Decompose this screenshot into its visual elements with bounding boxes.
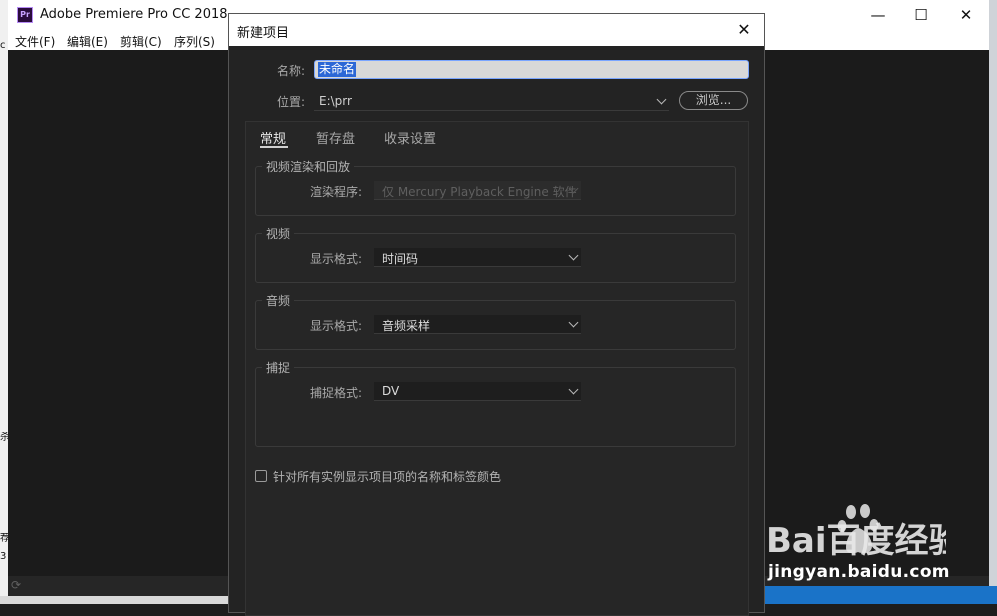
video-group: 视频 显示格式: 时间码 <box>255 225 736 283</box>
app-close-button[interactable]: ✕ <box>943 0 989 30</box>
desktop-left-edge: c 杀 荐 3 <box>0 0 8 604</box>
chevron-down-icon <box>656 94 667 105</box>
watermark-url: jingyan.baidu.com <box>768 562 950 582</box>
renderer-select: 仅 Mercury Playback Engine 软件 <box>374 181 581 200</box>
app-title: Adobe Premiere Pro CC 2018 <box>40 7 228 22</box>
audio-display-format-label: 显示格式: <box>310 319 363 333</box>
desktop-right-edge <box>989 0 997 604</box>
render-group: 视频渲染和回放 渲染程序: 仅 Mercury Playback Engine … <box>255 158 736 216</box>
sync-icon: ⟳ <box>11 578 22 592</box>
desktop-edge-text: 杀 <box>0 432 8 443</box>
capture-group: 捕捉 捕捉格式: DV <box>255 359 736 447</box>
video-display-format-value: 时间码 <box>382 252 419 266</box>
project-name-input[interactable]: 未命名 <box>314 60 749 79</box>
capture-group-title: 捕捉 <box>262 359 295 376</box>
taskbar <box>765 586 997 604</box>
menu-clip[interactable]: 剪辑(C) <box>120 33 162 50</box>
minimize-button[interactable]: — <box>855 0 901 30</box>
tab-scratch-disks[interactable]: 暂存盘 <box>316 128 355 147</box>
dialog-title: 新建项目 <box>237 26 290 41</box>
desktop-edge-text: 荐 <box>0 533 8 544</box>
label-colors-checkbox-label[interactable]: 针对所有实例显示项目项的名称和标签颜色 <box>273 468 501 485</box>
capture-format-select[interactable]: DV <box>374 382 581 401</box>
desktop-edge-text: c <box>0 40 6 51</box>
menu-file[interactable]: 文件(F) <box>15 33 55 50</box>
video-display-format-select[interactable]: 时间码 <box>374 248 581 267</box>
desktop-edge-text: 3 <box>0 551 7 562</box>
capture-format-value: DV <box>382 384 400 398</box>
dialog-close-button[interactable]: ✕ <box>724 14 764 46</box>
new-project-dialog: 新建项目 ✕ 名称: 未命名 位置: E:\prr 浏览... 常规 暂存盘 收… <box>228 13 765 616</box>
audio-display-format-select[interactable]: 音频采样 <box>374 315 581 334</box>
chevron-down-icon <box>568 250 579 261</box>
watermark-brand: Bai百度经验 <box>766 521 946 561</box>
renderer-label: 渲染程序: <box>310 185 363 199</box>
menu-edit[interactable]: 编辑(E) <box>67 33 108 50</box>
location-select[interactable]: E:\prr <box>314 92 669 111</box>
premiere-logo-icon: Pr <box>17 7 33 23</box>
audio-group: 音频 显示格式: 音频采样 <box>255 292 736 350</box>
label-colors-checkbox[interactable] <box>255 470 267 482</box>
location-label: 位置: <box>277 95 306 109</box>
audio-group-title: 音频 <box>262 292 295 309</box>
maximize-button[interactable]: ☐ <box>898 0 944 30</box>
active-tab-indicator <box>260 146 288 148</box>
audio-display-format-value: 音频采样 <box>382 319 431 333</box>
browse-button[interactable]: 浏览... <box>679 91 748 110</box>
location-value: E:\prr <box>319 94 352 108</box>
baidu-jingyan-watermark: Bai百度经验 <box>766 504 946 561</box>
tab-general[interactable]: 常规 <box>260 128 286 147</box>
dialog-titlebar: 新建项目 ✕ <box>229 14 764 46</box>
chevron-down-icon <box>568 317 579 328</box>
settings-panel: 常规 暂存盘 收录设置 视频渲染和回放 渲染程序: 仅 Mercury Play… <box>245 121 749 616</box>
video-group-title: 视频 <box>262 225 295 242</box>
renderer-value: 仅 Mercury Playback Engine 软件 <box>382 185 577 199</box>
name-label: 名称: <box>277 64 306 78</box>
menu-sequence[interactable]: 序列(S) <box>174 33 215 50</box>
chevron-down-icon <box>568 384 579 395</box>
video-display-format-label: 显示格式: <box>310 252 363 266</box>
project-name-value: 未命名 <box>318 62 357 77</box>
capture-format-label: 捕捉格式: <box>310 386 363 400</box>
tab-ingest-settings[interactable]: 收录设置 <box>384 128 436 147</box>
render-group-title: 视频渲染和回放 <box>262 158 355 175</box>
